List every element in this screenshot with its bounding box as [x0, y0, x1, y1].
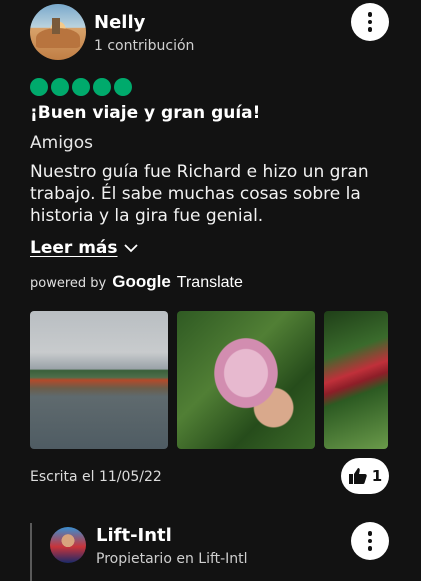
- owner-role: Propietario en Lift-Intl: [96, 551, 248, 567]
- thumbs-up-icon: [348, 468, 367, 484]
- reviewer-name[interactable]: Nelly: [94, 12, 145, 33]
- reply-divider: [30, 523, 32, 581]
- google-translate-attribution: powered by Google Translate: [30, 272, 243, 292]
- review-photo-flower[interactable]: [177, 311, 315, 449]
- rating-bubble-icon: [51, 78, 69, 96]
- google-logo: Google: [112, 272, 171, 291]
- read-more-link[interactable]: Leer más: [30, 238, 138, 258]
- powered-by-label: powered by: [30, 276, 107, 291]
- chevron-down-icon: [123, 243, 138, 252]
- reply-more-options-button[interactable]: [351, 522, 389, 560]
- rating-bubbles: [30, 78, 132, 96]
- review-photo-plant[interactable]: [324, 311, 388, 449]
- review-text: Nuestro guía fue Richard e hizo un gran …: [30, 162, 369, 226]
- owner-avatar[interactable]: [50, 527, 86, 563]
- rating-bubble-icon: [114, 78, 132, 96]
- reviewer-avatar[interactable]: [30, 4, 86, 60]
- reviewer-contributions: 1 contribución: [94, 38, 195, 54]
- review-more-options-button[interactable]: [351, 3, 389, 41]
- more-dots-icon: [367, 531, 373, 536]
- translate-label: Translate: [176, 274, 243, 291]
- rating-bubble-icon: [30, 78, 48, 96]
- read-more-label: Leer más: [30, 238, 118, 258]
- written-date: Escrita el 11/05/22: [30, 469, 162, 485]
- review-photo-canal[interactable]: [30, 311, 168, 449]
- trip-type: Amigos: [30, 133, 93, 153]
- avatar-tower: [52, 18, 60, 34]
- helpful-count: 1: [371, 467, 383, 485]
- rating-bubble-icon: [93, 78, 111, 96]
- owner-name[interactable]: Lift-Intl: [96, 525, 172, 546]
- helpful-vote-button[interactable]: 1: [341, 458, 389, 494]
- review-title: ¡Buen viaje y gran guía!: [30, 103, 261, 123]
- more-dots-icon: [367, 12, 373, 17]
- rating-bubble-icon: [72, 78, 90, 96]
